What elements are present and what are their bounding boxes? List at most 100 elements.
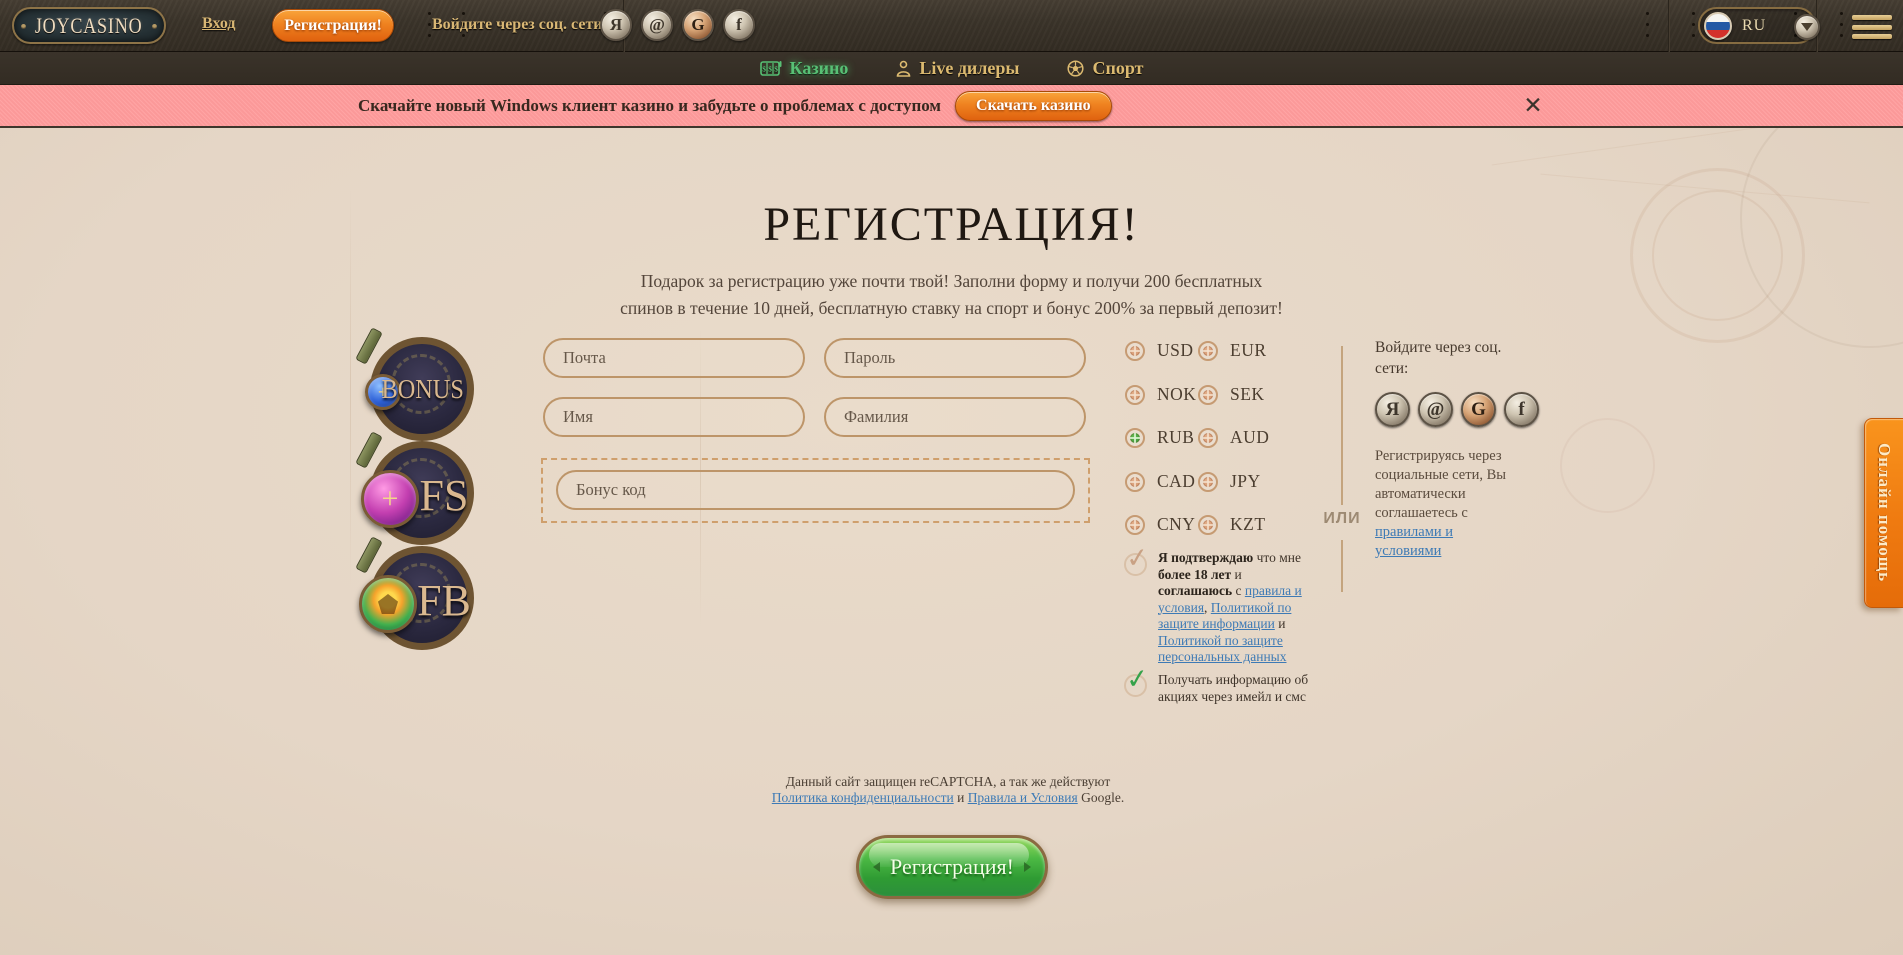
tab-sport[interactable]: Спорт (1067, 58, 1143, 79)
yandex-icon[interactable]: Я (600, 9, 632, 41)
slot-machine-icon: $ $ $ (760, 60, 782, 77)
rivet-decoration (428, 12, 431, 15)
currency-option-kzt[interactable]: KZT (1198, 514, 1266, 535)
currency-option-nok[interactable]: NOK (1125, 384, 1196, 405)
mailru-icon[interactable]: @ (641, 9, 673, 41)
radio-icon[interactable] (1198, 341, 1218, 361)
download-casino-button[interactable]: Скачать казино (955, 91, 1112, 121)
google-privacy-link[interactable]: Политика конфиденциальности (772, 790, 954, 805)
currency-label: SEK (1230, 384, 1265, 405)
facebook-icon[interactable]: f (723, 9, 755, 41)
recaptcha-notice: Данный сайт защищен reCAPTCHA, а так же … (757, 774, 1139, 806)
currency-option-rub-selected[interactable]: RUB (1125, 427, 1194, 448)
russia-flag-icon (1704, 12, 1732, 40)
rivet-decoration (1840, 12, 1843, 15)
menu-button[interactable] (1852, 15, 1892, 39)
close-icon[interactable]: ✕ (1518, 91, 1548, 121)
password-field[interactable] (824, 338, 1086, 378)
currency-option-sek[interactable]: SEK (1198, 384, 1265, 405)
register-top-button[interactable]: Регистрация! (272, 9, 394, 42)
currency-label: EUR (1230, 340, 1267, 361)
radio-icon[interactable] (1198, 385, 1218, 405)
currency-option-cad[interactable]: CAD (1125, 471, 1195, 492)
currency-label: AUD (1230, 427, 1269, 448)
tab-live-dealers[interactable]: Live дилеры (896, 58, 1019, 79)
vertical-divider (1341, 346, 1343, 505)
arrow-right-icon (1024, 862, 1031, 872)
vertical-divider (1341, 540, 1343, 592)
social-column-title: Войдите через соц. сети: (1375, 338, 1505, 380)
currency-option-jpy[interactable]: JPY (1198, 471, 1261, 492)
language-dropdown-button[interactable] (1794, 14, 1820, 40)
rivet-decoration (1646, 12, 1649, 15)
rivet-decoration (462, 12, 465, 15)
personal-data-policy-link[interactable]: Политикой по защите персональных данных (1158, 633, 1287, 665)
currency-label: RUB (1157, 427, 1194, 448)
tab-label: Спорт (1092, 58, 1143, 79)
radio-icon-selected[interactable] (1125, 428, 1145, 448)
currency-option-eur[interactable]: EUR (1198, 340, 1267, 361)
banner-message: Скачайте новый Windows клиент казино и з… (358, 96, 941, 116)
currency-label: CNY (1157, 514, 1195, 535)
google-icon[interactable]: G (1461, 392, 1496, 427)
currency-option-aud[interactable]: AUD (1198, 427, 1269, 448)
subtitle-line: Подарок за регистрацию уже почти твой! З… (0, 268, 1903, 295)
radio-icon[interactable] (1198, 472, 1218, 492)
social-column-icons: Я @ G f (1375, 392, 1539, 427)
lastname-field[interactable] (824, 397, 1086, 437)
radio-icon[interactable] (1198, 515, 1218, 535)
currency-option-cny[interactable]: CNY (1125, 514, 1195, 535)
social-note: Регистрируясь через социальные сети, Вы … (1375, 447, 1517, 561)
currency-label: JPY (1230, 471, 1261, 492)
arrow-left-icon (873, 862, 880, 872)
subtitle-line: спинов в течение 10 дней, бесплатную ста… (0, 295, 1903, 322)
rivet-decoration (1692, 12, 1695, 15)
badge-label: BONUS (382, 374, 463, 405)
bonus-code-box (541, 458, 1090, 523)
tab-casino[interactable]: $ $ $ Казино (760, 58, 849, 79)
terms-checkbox[interactable] (1124, 553, 1147, 576)
download-banner: Скачайте новый Windows клиент казино и з… (0, 85, 1903, 128)
currency-option-usd[interactable]: USD (1125, 340, 1194, 361)
facebook-icon[interactable]: f (1504, 392, 1539, 427)
currency-label: NOK (1157, 384, 1196, 405)
register-submit-button[interactable]: Регистрация! (856, 835, 1048, 899)
bonus-code-field[interactable] (556, 470, 1075, 510)
freespins-badge[interactable]: + FS (370, 441, 474, 545)
soccer-ball-icon (1067, 60, 1084, 77)
stain-decoration (1560, 418, 1655, 513)
online-help-tab[interactable]: Онлайн помощь (1864, 418, 1903, 608)
email-field[interactable] (543, 338, 805, 378)
language-selector[interactable]: RU (1698, 7, 1816, 44)
dealer-icon (896, 60, 911, 77)
freebet-badge[interactable]: FB (370, 546, 474, 650)
terms-and-conditions-link[interactable]: правилами и условиями (1375, 524, 1453, 559)
main-nav: $ $ $ Казино Live дилеры Спорт (0, 52, 1903, 85)
promo-checkbox[interactable] (1124, 674, 1147, 697)
or-label: ИЛИ (1316, 510, 1368, 528)
currency-label: USD (1157, 340, 1194, 361)
yandex-icon[interactable]: Я (1375, 392, 1410, 427)
currency-label: KZT (1230, 514, 1266, 535)
logo[interactable]: JOYCASINO (12, 7, 166, 44)
top-bar: JOYCASINO Вход Регистрация! Войдите чере… (0, 0, 1903, 52)
firstname-field[interactable] (543, 397, 805, 437)
radio-icon[interactable] (1125, 385, 1145, 405)
radio-icon[interactable] (1125, 472, 1145, 492)
google-icon[interactable]: G (682, 9, 714, 41)
svg-text:$: $ (768, 65, 772, 73)
radio-icon[interactable] (1125, 341, 1145, 361)
google-terms-link[interactable]: Правила и Условия (968, 790, 1078, 805)
online-help-label: Онлайн помощь (1874, 443, 1894, 582)
language-code: RU (1742, 17, 1766, 35)
svg-text:$: $ (774, 65, 778, 73)
page-title: РЕГИСТРАЦИЯ! (0, 197, 1903, 252)
bonus-badge[interactable]: + BONUS (370, 337, 474, 441)
login-link[interactable]: Вход (202, 15, 235, 33)
radio-icon[interactable] (1125, 515, 1145, 535)
tab-label: Live дилеры (919, 58, 1019, 79)
registration-page: РЕГИСТРАЦИЯ! Подарок за регистрацию уже … (0, 128, 1903, 955)
seam-divider (1668, 0, 1670, 52)
mailru-icon[interactable]: @ (1418, 392, 1453, 427)
radio-icon[interactable] (1198, 428, 1218, 448)
